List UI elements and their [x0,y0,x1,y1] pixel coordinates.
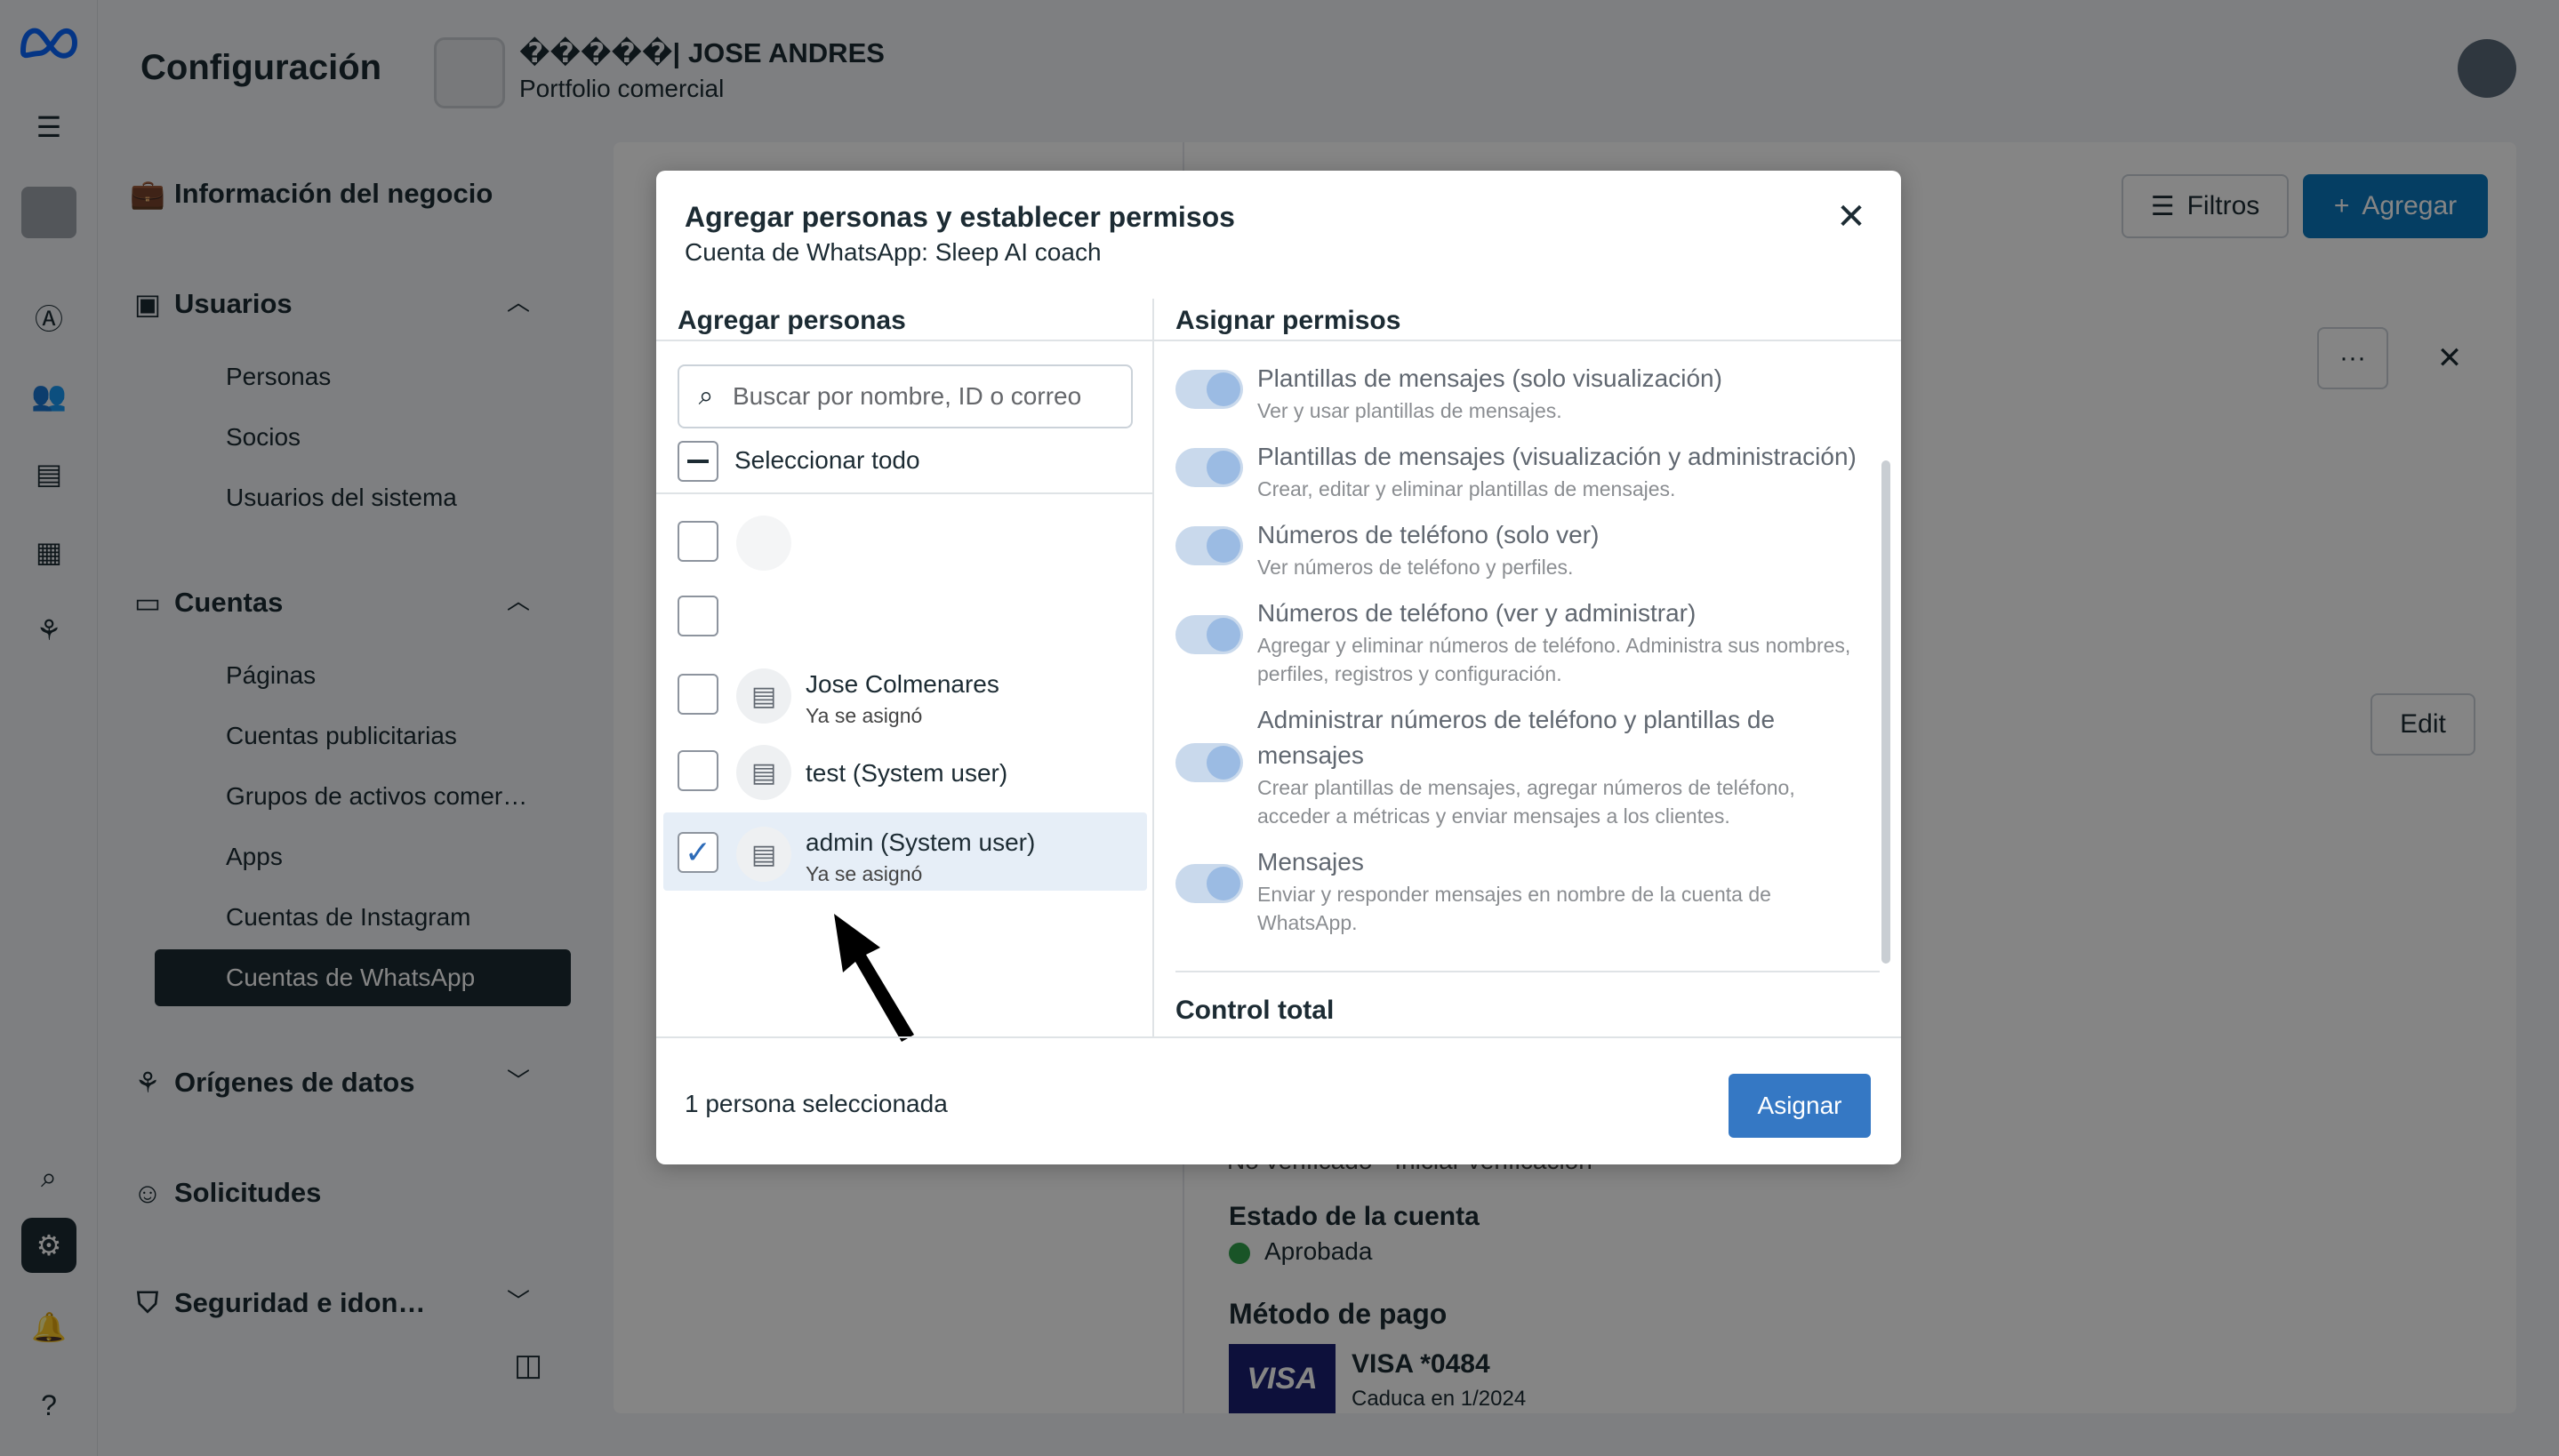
permission-title: Administrar números de teléfono y planti… [1257,706,1776,769]
permission-toggle[interactable] [1175,448,1243,487]
permission-description: Enviar y responder mensajes en nombre de… [1257,883,1771,934]
person-checkbox[interactable] [678,750,718,791]
person-name: Jose Colmenares [806,670,999,698]
person-row[interactable]: ▤ Jose Colmenares Ya se asignó [663,654,1147,732]
select-all-label[interactable]: Seleccionar todo [734,446,920,475]
person-note: Ya se asignó [806,704,923,727]
permission-toggle[interactable] [1175,370,1243,409]
permission-title: Plantillas de mensajes (visualización y … [1257,443,1857,470]
permission-title: Plantillas de mensajes (solo visualizaci… [1257,364,1722,392]
divider [656,340,1154,341]
person-checkbox[interactable] [678,832,718,873]
permission-description: Ver y usar plantillas de mensajes. [1257,399,1562,422]
assign-button[interactable]: Asignar [1729,1074,1871,1138]
selected-count: 1 persona seleccionada [685,1090,948,1117]
divider [1175,971,1880,972]
person-name: test (System user) [806,759,1008,787]
add-people-column: Agregar personas ⌕ Seleccionar todo ▤ Jo… [656,299,1154,1042]
add-people-heading: Agregar personas [678,306,906,335]
contact-card-icon: ▤ [736,827,791,882]
person-checkbox[interactable] [678,521,718,562]
permission-description: Crear, editar y eliminar plantillas de m… [1257,477,1676,500]
pointer-arrow-icon [834,914,914,1042]
permission-title: Números de teléfono (ver y administrar) [1257,599,1697,627]
divider [656,492,1154,494]
contact-card-icon: ▤ [736,668,791,724]
contact-card-icon: ▤ [736,745,791,800]
person-row[interactable] [663,501,1147,580]
person-row[interactable] [663,576,1147,654]
search-field[interactable]: ⌕ [678,364,1133,428]
permission-description: Agregar y eliminar números de teléfono. … [1257,634,1851,685]
permission-description: Crear plantillas de mensajes, agregar nú… [1257,776,1795,828]
add-people-modal: Agregar personas y establecer permisos C… [656,171,1901,1164]
permission-toggle[interactable] [1175,743,1243,782]
permission-description: Ver números de teléfono y perfiles. [1257,556,1574,579]
modal-subtitle: Cuenta de WhatsApp: Sleep AI coach [685,238,1102,266]
permission-toggle[interactable] [1175,526,1243,565]
select-all-checkbox[interactable] [678,441,718,482]
close-icon[interactable]: ✕ [1832,197,1871,236]
search-input[interactable] [733,382,1124,411]
avatar [736,516,791,571]
divider [1154,340,1901,341]
full-control-heading: Control total [1175,996,1335,1025]
person-name: admin (System user) [806,828,1036,856]
divider [656,1036,1901,1038]
search-icon: ⌕ [698,381,714,411]
assign-permissions-column: Asignar permisos Plantillas de mensajes … [1154,299,1901,1036]
assign-permissions-heading: Asignar permisos [1175,306,1401,335]
person-row[interactable]: ▤ test (System user) [663,731,1147,809]
permission-title: Números de teléfono (solo ver) [1257,521,1600,548]
person-row-selected[interactable]: ▤ admin (System user) Ya se asignó [663,812,1147,891]
modal-title: Agregar personas y establecer permisos [685,201,1235,233]
permission-toggle[interactable] [1175,615,1243,654]
permission-title: Mensajes [1257,848,1364,876]
permission-toggle[interactable] [1175,864,1243,903]
person-checkbox[interactable] [678,674,718,715]
permissions-scrollbar[interactable] [1881,460,1890,964]
person-note: Ya se asignó [806,862,923,885]
person-checkbox[interactable] [678,596,718,636]
